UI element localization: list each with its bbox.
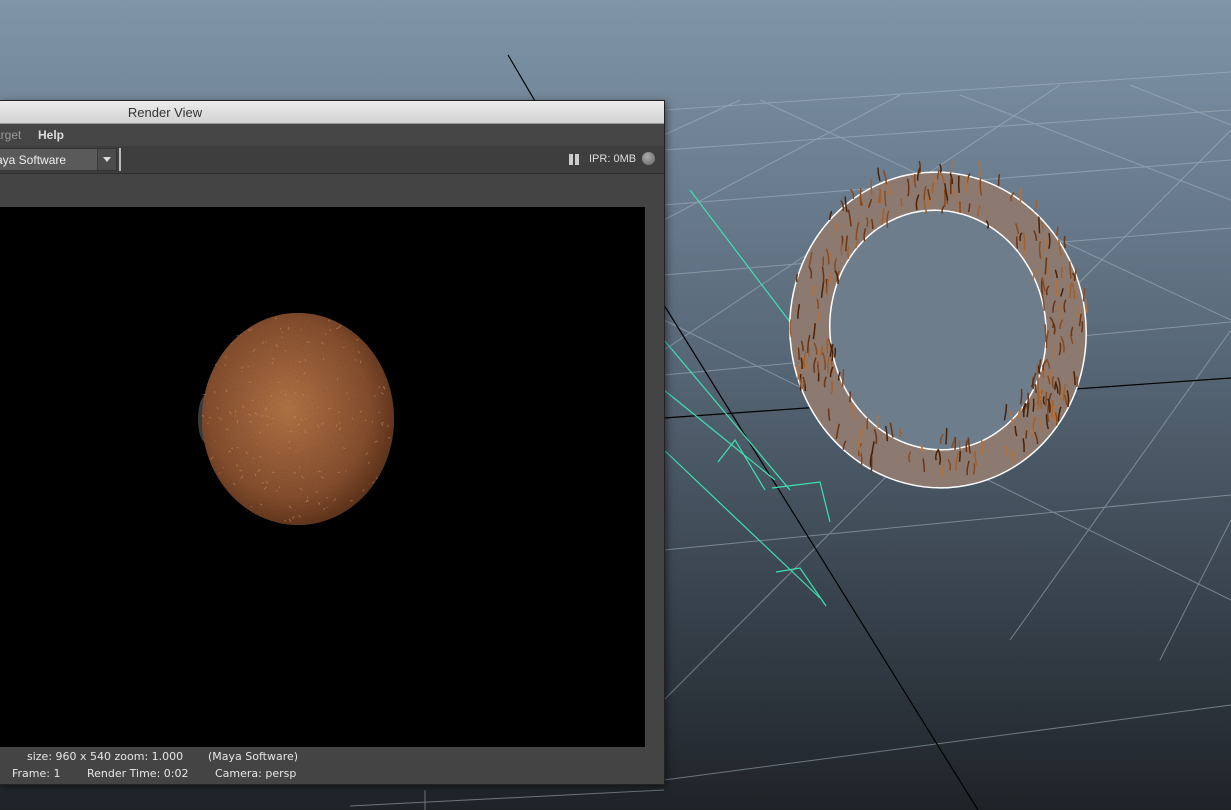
ipr-memory-label: IPR: 0MB [589, 153, 637, 165]
dropdown-arrow-icon[interactable] [97, 149, 116, 170]
status-frame: Frame: 1 [12, 767, 61, 780]
status-renderer: (Maya Software) [208, 750, 299, 763]
rendered-image[interactable] [0, 207, 645, 747]
menu-render-target[interactable]: arget [0, 128, 21, 142]
window-title: Render View [127, 105, 203, 120]
menu-bar: arget Help [0, 124, 664, 146]
menu-help[interactable]: Help [38, 128, 64, 142]
status-render-time: Render Time: 0:02 [87, 767, 189, 780]
render-view-side-panel [645, 207, 664, 747]
render-subbar [0, 174, 664, 207]
toolbar-separator [119, 148, 121, 171]
render-status-bar: size: 960 x 540 zoom: 1.000 (Maya Softwa… [0, 747, 664, 784]
render-view-window[interactable]: Render View arget Help aya Software IPR:… [0, 101, 664, 784]
renderer-dropdown-value: aya Software [0, 153, 67, 167]
status-size-zoom: size: 960 x 540 zoom: 1.000 [27, 750, 184, 763]
ipr-status-icon[interactable] [642, 152, 655, 165]
pause-icon[interactable] [569, 154, 580, 165]
rendered-fur-sphere [198, 313, 394, 525]
status-camera: Camera: persp [215, 767, 297, 780]
renderer-dropdown[interactable]: aya Software [0, 148, 117, 171]
render-toolbar: aya Software IPR: 0MB [0, 146, 664, 174]
window-titlebar[interactable]: Render View [0, 101, 664, 124]
